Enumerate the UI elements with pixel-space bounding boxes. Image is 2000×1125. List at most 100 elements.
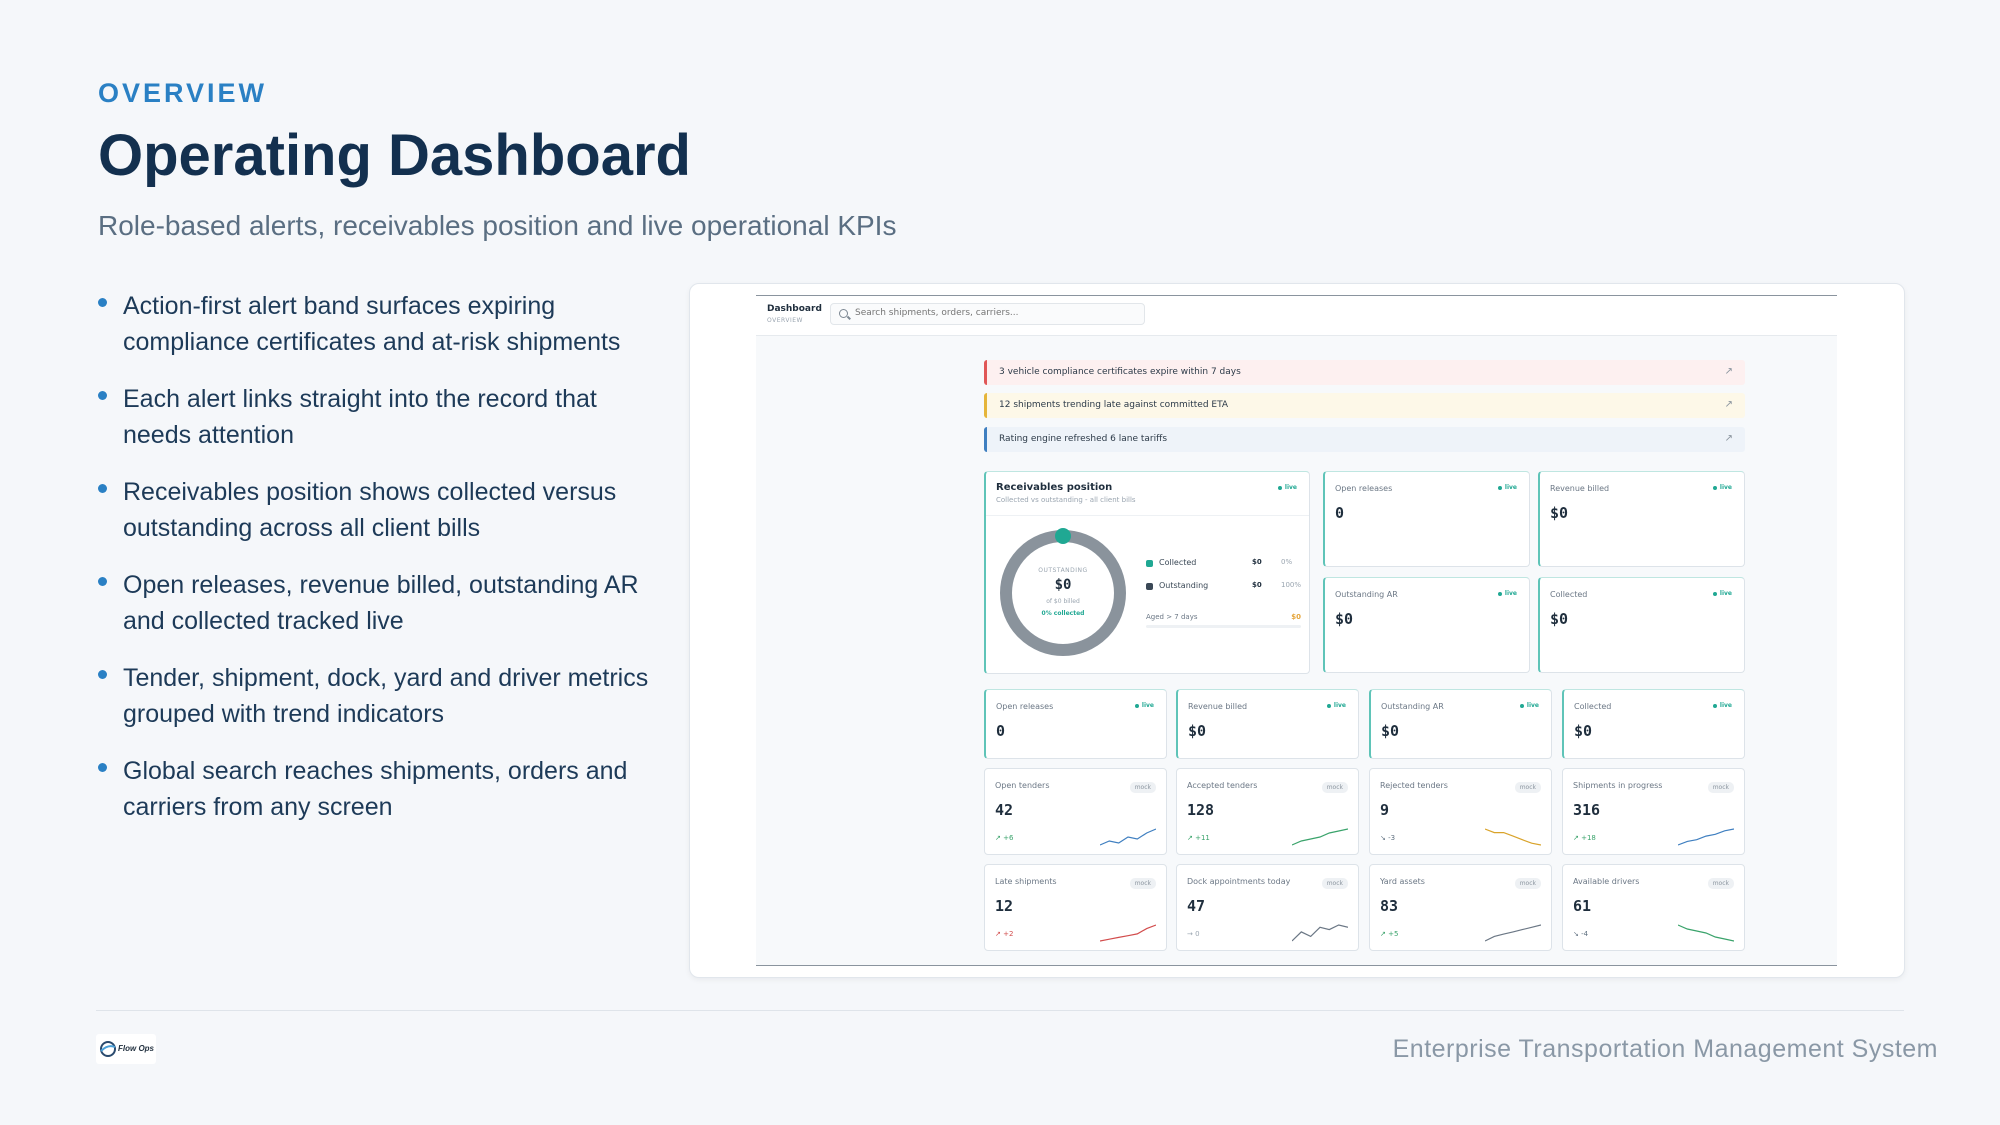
mock-badge: mock	[1514, 782, 1541, 793]
sparkline-line	[1100, 828, 1156, 846]
alert-text: 3 vehicle compliance certificates expire…	[999, 367, 1241, 377]
kpi-value: $0	[1381, 722, 1400, 740]
search-input[interactable]	[855, 308, 1135, 318]
mock-badge: mock	[1514, 878, 1541, 889]
aged-receivables: Aged > 7 days $0	[1146, 613, 1301, 621]
bullet-item: Action-first alert band surfaces expirin…	[98, 288, 658, 360]
receivables-card[interactable]: Receivables position Collected vs outsta…	[984, 471, 1310, 674]
sparkline-line	[1292, 924, 1348, 942]
aged-amount: $0	[1291, 613, 1301, 621]
live-badge: live	[1498, 590, 1517, 597]
kpi-label: Collected	[1550, 590, 1588, 599]
kpi-value: 0	[996, 722, 1006, 740]
donut-center-value: $0	[1054, 577, 1072, 593]
kpi-value: $0	[1574, 722, 1593, 740]
alert-rating-engine[interactable]: Rating engine refreshed 6 lane tariffs ↗	[984, 427, 1745, 452]
eyebrow: OVERVIEW	[98, 78, 268, 108]
sparkline-line	[1292, 828, 1348, 846]
footer-logo: Flow Ops	[96, 1034, 156, 1064]
sparkline	[1485, 924, 1541, 942]
kpi-label: Rejected tenders	[1380, 781, 1448, 790]
trend-indicator: ↗ +2	[995, 930, 1014, 938]
sparkline	[1485, 828, 1541, 846]
bullet-item: Receivables position shows collected ver…	[98, 474, 658, 546]
kpi-value: 9	[1380, 801, 1390, 819]
kpi-card[interactable]: Outstanding AR $0 live	[1369, 689, 1552, 759]
mock-badge: mock	[1321, 782, 1348, 793]
kpi-card[interactable]: Rejected tenders 9 mock ↘ -3	[1369, 768, 1552, 855]
kpi-card[interactable]: Collected $0 live	[1562, 689, 1745, 759]
kpi-value: $0	[1550, 610, 1569, 628]
receivables-title: Receivables position	[996, 482, 1113, 493]
trend-indicator: ↗ +6	[995, 834, 1014, 842]
kpi-label: Revenue billed	[1188, 702, 1248, 711]
live-badge: live	[1713, 702, 1732, 709]
kpi-card[interactable]: Open releases 0 live	[984, 689, 1167, 759]
logo-text: Flow Ops	[118, 1044, 154, 1053]
kpi-value: 128	[1187, 801, 1215, 819]
kpi-card[interactable]: Open tenders 42 mock ↗ +6	[984, 768, 1167, 855]
kpi-card[interactable]: Open releases 0 live	[1323, 471, 1530, 567]
kpi-card[interactable]: Accepted tenders 128 mock ↗ +11	[1176, 768, 1359, 855]
kpi-value: 0	[1335, 504, 1345, 522]
mock-badge: mock	[1129, 878, 1156, 889]
sparkline	[1100, 924, 1156, 942]
kpi-label: Outstanding AR	[1381, 702, 1444, 711]
sparkline	[1678, 828, 1734, 846]
footer-divider	[96, 1010, 1904, 1011]
kpi-label: Dock appointments today	[1187, 877, 1291, 886]
live-badge: live	[1135, 702, 1154, 709]
mock-badge: mock	[1707, 782, 1734, 793]
search-icon	[839, 309, 848, 318]
alert-text: Rating engine refreshed 6 lane tariffs	[999, 434, 1168, 444]
mock-badge: mock	[1707, 878, 1734, 889]
kpi-card[interactable]: Shipments in progress 316 mock ↗ +18	[1562, 768, 1745, 855]
divider	[986, 515, 1309, 516]
kpi-card[interactable]: Revenue billed $0 live	[1176, 689, 1359, 759]
legend-amount: $0	[1252, 581, 1262, 589]
kpi-card[interactable]: Collected $0 live	[1538, 577, 1745, 673]
bullet-list: Action-first alert band surfaces expirin…	[98, 288, 658, 846]
kpi-label: Open releases	[996, 702, 1054, 711]
kpi-card[interactable]: Dock appointments today 47 mock → 0	[1176, 864, 1359, 951]
external-link-icon[interactable]: ↗	[1725, 366, 1733, 377]
kpi-card[interactable]: Revenue billed $0 live	[1538, 471, 1745, 567]
kpi-label: Open tenders	[995, 781, 1050, 790]
mock-badge: mock	[1129, 782, 1156, 793]
legend-pct: 100%	[1281, 581, 1302, 589]
external-link-icon[interactable]: ↗	[1725, 399, 1733, 410]
kpi-label: Late shipments	[995, 877, 1057, 886]
receivables-subtitle: Collected vs outstanding - all client bi…	[996, 496, 1136, 504]
live-badge: live	[1713, 590, 1732, 597]
live-badge: live	[1327, 702, 1346, 709]
sparkline	[1292, 828, 1348, 846]
bullet-item: Global search reaches shipments, orders …	[98, 753, 658, 825]
kpi-card[interactable]: Yard assets 83 mock ↗ +5	[1369, 864, 1552, 951]
kpi-value: 316	[1573, 801, 1601, 819]
bullet-item: Each alert links straight into the recor…	[98, 381, 658, 453]
page-title: Operating Dashboard	[98, 123, 691, 188]
global-search[interactable]	[830, 303, 1145, 325]
trend-indicator: ↗ +11	[1187, 834, 1210, 842]
external-link-icon[interactable]: ↗	[1725, 433, 1733, 444]
aged-bar	[1146, 625, 1301, 628]
kpi-value: $0	[1335, 610, 1354, 628]
kpi-label: Outstanding AR	[1335, 590, 1398, 599]
legend-label: Collected	[1159, 558, 1197, 567]
legend-swatch	[1146, 583, 1153, 590]
live-badge: live	[1498, 484, 1517, 491]
kpi-card[interactable]: Late shipments 12 mock ↗ +2	[984, 864, 1167, 951]
kpi-label: Collected	[1574, 702, 1612, 711]
bullet-item: Open releases, revenue billed, outstandi…	[98, 567, 658, 639]
live-badge: live	[1713, 484, 1732, 491]
kpi-card[interactable]: Outstanding AR $0 live	[1323, 577, 1530, 673]
live-badge: live	[1278, 484, 1297, 491]
kpi-card[interactable]: Available drivers 61 mock ↘ -4	[1562, 864, 1745, 951]
alert-late-shipments[interactable]: 12 shipments trending late against commi…	[984, 393, 1745, 418]
alert-compliance[interactable]: 3 vehicle compliance certificates expire…	[984, 360, 1745, 385]
dashboard-app: Dashboard OVERVIEW 3 vehicle compliance …	[756, 295, 1837, 966]
kpi-value: 47	[1187, 897, 1206, 915]
kpi-value: $0	[1188, 722, 1207, 740]
app-brand[interactable]: Dashboard	[767, 304, 822, 314]
sparkline	[1292, 924, 1348, 942]
